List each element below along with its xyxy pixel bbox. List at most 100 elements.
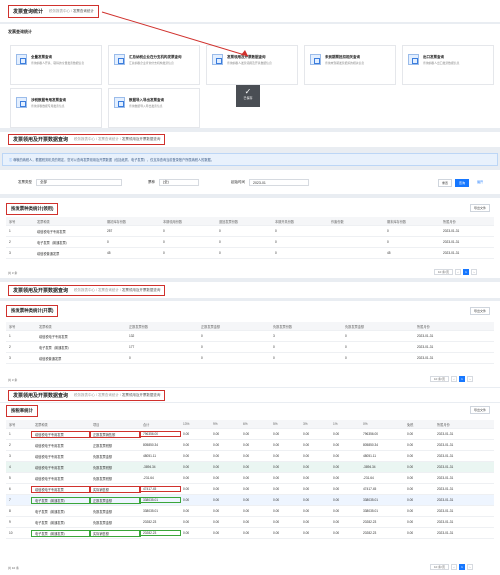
crumb-2[interactable]: 发票查询统计 (73, 9, 94, 13)
next-page-icon[interactable]: › (467, 564, 474, 570)
table-row[interactable]: 1 增值税电子专用发票 257 0 0 0 0 2023-01-31 (6, 226, 494, 237)
table-header-cell: 期末库存份数 (387, 219, 407, 224)
card-import-export[interactable]: 数据导入导出发票查询 查询数据导入导出发票信息 (108, 88, 200, 128)
crumb-3: 发票领用及开票数据查询 (121, 287, 161, 292)
page-number[interactable]: 1 (463, 269, 470, 275)
card-desc: 查询纳税人出口发票数据信息 (423, 61, 460, 65)
table-cell: 0.00 (213, 531, 220, 535)
table-header-cell: 免税 (407, 422, 414, 427)
table-row[interactable]: 6 增值税电子专用发票 实际销售额 47417.45 0.00 0.00 0.00 0.00 0… (6, 484, 494, 495)
table-cell: 6 (9, 487, 11, 491)
table-cell: 增值税电子专用发票 (39, 334, 68, 339)
table-cell: 20282.23 (139, 530, 181, 536)
card-export-invoice[interactable]: 出口发票查询 查询纳税人出口发票数据信息 (402, 45, 494, 85)
page3-title: 发票领用及开票数据查询 (13, 287, 69, 294)
card-desc: 查询数据导入导出发票信息 (129, 104, 163, 108)
table-cell: 796356.00 (139, 431, 181, 437)
page-size-select[interactable]: 10 条/页 (430, 564, 450, 570)
notice-bar: ⓘ 尊敬的纳税人，根据税务机关的规定，您可以查询发票领用及开票数据（包括纸质、电… (2, 153, 498, 166)
table-cell: 2 (9, 345, 11, 349)
table-cell: 0.00 (213, 487, 220, 491)
expand-link[interactable]: 展开 (477, 180, 483, 184)
filter-label: 起始时间 (231, 180, 245, 184)
table-cell: 0.00 (273, 476, 280, 480)
table-cell: 增值税电子专用发票 (31, 485, 91, 493)
prev-page-icon[interactable]: ‹ (451, 376, 458, 382)
table-cell: 0.00 (407, 443, 414, 447)
ticket-type-select[interactable]: (全) (159, 179, 199, 186)
export-button[interactable]: 导出文件 (470, 204, 491, 212)
table-row[interactable]: 4 增值税电子专用发票 负数发票税额 -3894.34 0.00 0.00 0.00 0.00… (6, 462, 494, 473)
crumb-1[interactable]: 税务报表中心 (74, 288, 95, 292)
table-cell: 338035.01 (143, 509, 159, 513)
page-size-select[interactable]: 10 条/页 (430, 376, 450, 382)
table-cell: 负数发票金额 (93, 454, 113, 459)
crumb-2[interactable]: 发票查询统计 (98, 393, 119, 397)
export-button[interactable]: 导出文件 (470, 307, 491, 315)
table-row[interactable]: 3 增值税电子专用发票 负数发票金额 48051.11 0.00 0.00 0.00 0.00… (6, 451, 494, 462)
page-number[interactable]: 1 (459, 376, 466, 382)
export-button[interactable]: 导出文件 (470, 406, 491, 414)
table-cell: 338035.01 (139, 497, 181, 503)
table-cell: 45 (387, 251, 391, 255)
table-cell: 0.00 (243, 509, 250, 513)
table-cell: 4 (9, 465, 11, 469)
table-cell: 0.00 (273, 487, 280, 491)
table-cell: 0 (345, 345, 347, 349)
table-cell: 2023-01-31 (437, 443, 454, 447)
table-row[interactable]: 10 电子发票（普通发票） 实际销售额 20282.23 0.00 0.00 0.00 0.0… (6, 528, 494, 539)
invoice-type-select[interactable]: 全部 (36, 179, 122, 186)
query-button[interactable]: 查询 (455, 179, 470, 187)
table-row[interactable]: 2 增值税电子专用发票 正数发票税额 805850.34 0.00 0.00 0.00 0.0… (6, 440, 494, 451)
table-cell: 0 (273, 356, 275, 360)
table-cell: 正数发票税额 (93, 443, 113, 448)
page4-title-box: 发票领用及开票数据查询 税务报表中心 / 发票查询统计 / 发票领用及开票数据查… (8, 389, 166, 401)
start-date-input[interactable]: 2023-01 (249, 179, 309, 186)
table-header-cell: 所属月份 (443, 219, 456, 224)
table-cell: 0.00 (407, 487, 414, 491)
card-special-invoice[interactable]: 涉税数据专用发票查询 查询涉税数据专用发票信息 (10, 88, 102, 128)
prev-page-icon[interactable]: ‹ (451, 564, 458, 570)
page1-title: 发票查询统计 (13, 8, 44, 15)
group-title: 发票查询统计 (8, 29, 32, 34)
crumb-2[interactable]: 发票查询统计 (98, 288, 119, 292)
card-deduction[interactable]: 未到期票抵扣相关查询 查询未到期发票抵扣的相关信息 (304, 45, 396, 85)
table-cell: 0.00 (243, 498, 250, 502)
crumb-2[interactable]: 发票查询统计 (98, 137, 119, 141)
page-number[interactable]: 1 (459, 564, 466, 570)
table-cell: 2023-01-31 (437, 531, 454, 535)
page-size-select[interactable]: 10 条/页 (434, 269, 454, 275)
section-title-usage: 按发票种类统计(领用) (6, 203, 59, 215)
invoice-icon (310, 54, 321, 65)
reset-button[interactable]: 重置 (438, 179, 453, 187)
card-desc: 查询纳税人开具、取得的全量发票数据信息 (31, 61, 85, 65)
table-header-cell: 负数发票份数 (273, 324, 293, 329)
table-cell: 0.00 (213, 509, 220, 513)
table-cell: 0.00 (273, 531, 280, 535)
table-cell: 2023-01-31 (437, 476, 454, 480)
crumb-1[interactable]: 税务报表中心 (74, 137, 95, 141)
table-row[interactable]: 5 增值税电子专用发票 负数发票税额 -231.64 0.00 0.00 0.00 0.00 0… (6, 473, 494, 484)
next-page-icon[interactable]: › (467, 376, 474, 382)
table-row[interactable]: 2 电子发票（普通发票） 177 0 0 0 2023-01-31 (6, 342, 494, 353)
table-row[interactable]: 3 增值税普通发票 0 0 0 0 2023-01-31 (6, 353, 494, 364)
table-row[interactable]: 8 电子发票（普通发票） 负数发票金额 338035.01 0.00 0.00 0.00 0.… (6, 506, 494, 517)
crumb-1[interactable]: 税务报表中心 (74, 393, 95, 397)
page1-title-box: 发票查询统计 税务报表中心 / 发票查询统计 (8, 4, 99, 18)
table-row[interactable]: 7 电子发票（普通发票） 正数发票金额 338035.01 0.00 0.00 0.00 0.… (6, 495, 494, 506)
table-row[interactable]: 3 增值税普通发票 45 0 0 0 45 2023-01-31 (6, 248, 494, 259)
table-row[interactable]: 1 增值税电子专用发票 正数发票销售额 796356.00 0.00 0.00 0.00 0.… (6, 429, 494, 440)
table-cell: 0 (345, 356, 347, 360)
crumb-1[interactable]: 税务报表中心 (49, 9, 70, 13)
next-page-icon[interactable]: › (471, 269, 478, 275)
table-cell: 2023-01-31 (437, 487, 454, 491)
table-row[interactable]: 9 电子发票（普通发票） 负数发票金额 20282.23 0.00 0.00 0.00 0.0… (6, 517, 494, 528)
card-full-invoice[interactable]: 全量发票查询 查询纳税人开具、取得的全量发票数据信息 (10, 45, 102, 85)
prev-page-icon[interactable]: ‹ (455, 269, 462, 275)
card-title: 数据导入导出发票查询 (129, 98, 164, 102)
table-header-cell: 正数发票份数 (129, 324, 149, 329)
page2-title: 发票领用及开票数据查询 (13, 137, 69, 143)
table-row[interactable]: 1 增值税电子专用发票 132 0 3 0 2023-01-31 (6, 331, 494, 342)
table-row[interactable]: 2 电子发票（普通发票） 0 0 0 0 0 2023-01-31 (6, 237, 494, 248)
tax-rate-table: 序号 发票种类 项目 合计 13% 9% 6% 5% 3% 1% 0% 免税 所属月份 1 增值税电子专用发… (6, 420, 494, 539)
